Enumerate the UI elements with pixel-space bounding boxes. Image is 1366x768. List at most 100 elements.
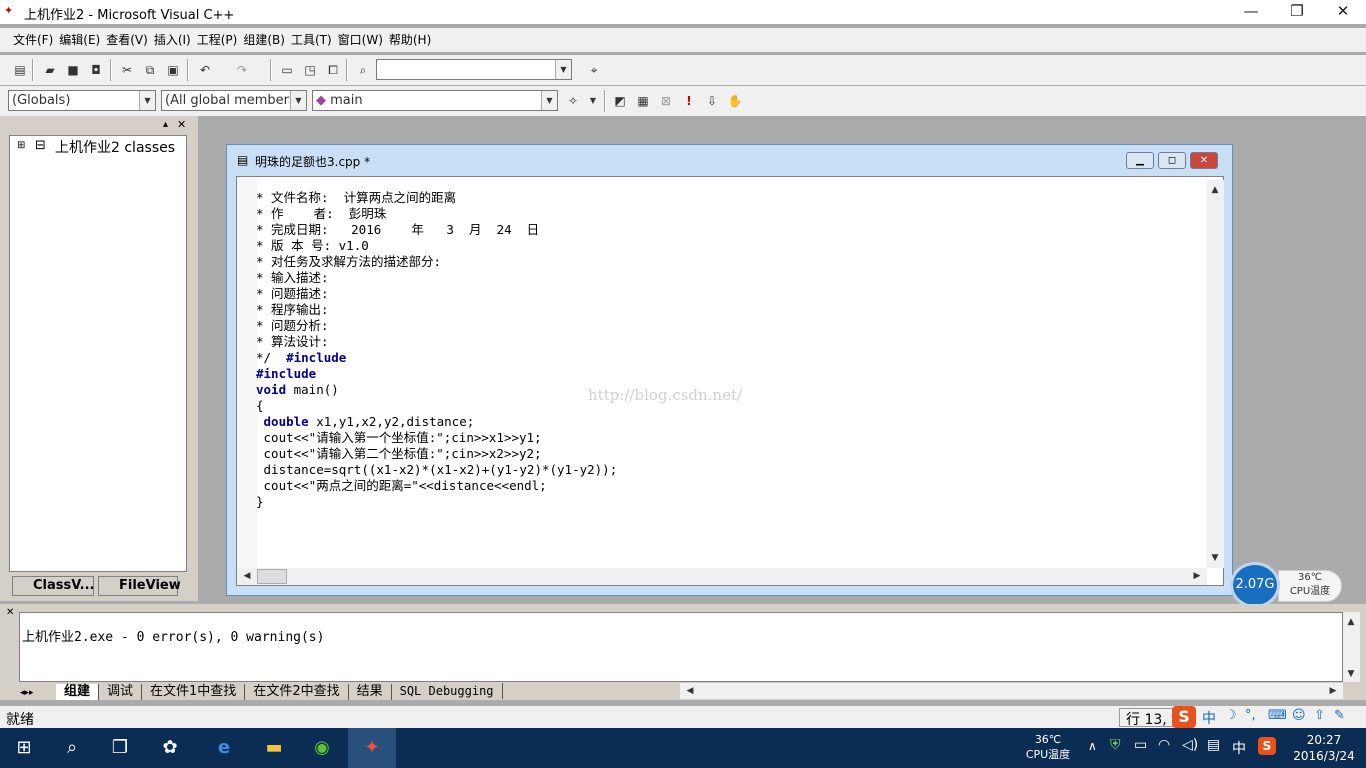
redo-icon[interactable]: ↷ xyxy=(232,60,252,80)
panel-dock-icon[interactable]: ▴ xyxy=(163,119,168,130)
stop-build-icon[interactable]: ⊠ xyxy=(656,91,676,111)
tab-debug[interactable]: 调试 xyxy=(99,684,143,700)
tab-fileview[interactable]: FileView xyxy=(98,576,181,596)
tab-nav-arrows-icon[interactable]: ◂▸▸ xyxy=(20,685,56,701)
output-window-icon[interactable]: ◳ xyxy=(300,60,320,80)
scroll-right-icon[interactable]: ▶ xyxy=(1189,568,1205,584)
scroll-thumb[interactable] xyxy=(257,569,287,584)
sogou-ime-icon[interactable]: S xyxy=(1172,706,1196,728)
restore-button[interactable]: ❐ xyxy=(1274,0,1320,24)
window-list-icon[interactable]: ⧠ xyxy=(323,60,343,80)
cut-icon[interactable]: ✂ xyxy=(117,60,137,80)
save-all-icon[interactable]: ◘ xyxy=(86,60,106,80)
tools-icon[interactable]: ✎ xyxy=(1334,708,1345,723)
undo-icon[interactable]: ↶ xyxy=(195,60,215,80)
skin-icon[interactable]: ⇧ xyxy=(1314,708,1325,723)
scroll-right-icon[interactable]: ▶ xyxy=(1325,683,1341,699)
new-file-icon[interactable]: ▤ xyxy=(10,60,30,80)
chevron-up-icon[interactable]: ∧ xyxy=(1088,739,1097,753)
editor-horizontal-scrollbar[interactable]: ◀ ▶ xyxy=(237,568,1207,585)
volume-icon[interactable]: ◁) xyxy=(1182,737,1198,753)
workspace-icon[interactable]: ▭ xyxy=(277,60,297,80)
ime-indicator[interactable]: 中 xyxy=(1232,738,1246,758)
clock[interactable]: 20:27 2016/3/24 xyxy=(1286,732,1362,764)
browser-360-icon[interactable]: ◉ xyxy=(298,728,346,768)
menu-view[interactable]: 查看(V) xyxy=(103,28,151,52)
editor-vertical-scrollbar[interactable]: ▲ ▼ xyxy=(1207,180,1224,568)
chevron-down-icon[interactable]: ▼ xyxy=(290,91,306,110)
menu-help[interactable]: 帮助(H) xyxy=(386,28,434,52)
battery-icon[interactable]: ▭ xyxy=(1134,737,1147,753)
member-combo[interactable]: ◆ main ▼ xyxy=(312,90,558,111)
notification-icon[interactable]: ▤ xyxy=(1207,737,1220,753)
tab-sql-debugging[interactable]: SQL Debugging xyxy=(392,683,503,699)
editor-restore-button[interactable]: ◻ xyxy=(1158,152,1186,169)
scroll-left-icon[interactable]: ◀ xyxy=(239,568,255,584)
chevron-down-icon[interactable]: ▼ xyxy=(139,91,155,110)
menu-edit[interactable]: 编辑(E) xyxy=(56,28,103,52)
tab-find-in-files-2[interactable]: 在文件2中查找 xyxy=(245,684,349,700)
class-combo[interactable]: (Globals) ▼ xyxy=(8,90,156,111)
keyboard-icon[interactable]: ⌨ xyxy=(1268,708,1287,723)
build-icon[interactable]: ▦ xyxy=(633,91,653,111)
find-in-files-icon[interactable]: ⌕ xyxy=(353,60,373,80)
code-text[interactable]: * 文件名称: 计算两点之间的距离 * 作 者: 彭明珠 * 完成日期: 2016 … xyxy=(256,190,617,510)
tab-build[interactable]: 组建 xyxy=(56,684,100,700)
tray-cpu-temp[interactable]: 36℃ CPU温度 xyxy=(1020,732,1076,762)
menu-window[interactable]: 窗口(W) xyxy=(335,28,386,52)
find-icon[interactable]: ⌖ xyxy=(584,60,604,80)
scroll-down-icon[interactable]: ▼ xyxy=(1343,666,1359,682)
copy-icon[interactable]: ⧉ xyxy=(140,60,160,80)
scroll-down-icon[interactable]: ▼ xyxy=(1207,550,1223,566)
editor-close-button[interactable]: ✕ xyxy=(1190,152,1218,169)
find-combo[interactable]: ▼ xyxy=(376,59,572,80)
execute-icon[interactable]: ! xyxy=(679,91,699,111)
menu-project[interactable]: 工程(P) xyxy=(194,28,241,52)
tab-find-in-files-1[interactable]: 在文件1中查找 xyxy=(142,684,246,700)
ime-mode-icon[interactable]: 中 xyxy=(1202,708,1216,728)
tab-results[interactable]: 结果 xyxy=(349,684,392,700)
shield-icon[interactable]: ⛨ xyxy=(1110,737,1121,753)
cpu-widget[interactable]: 36℃ CPU温度 2.07G xyxy=(1230,562,1342,608)
output-vertical-scrollbar[interactable]: ▲ ▼ xyxy=(1343,612,1360,682)
open-folder-icon[interactable]: ▰ xyxy=(40,60,60,80)
user-icon[interactable]: ☺ xyxy=(1292,708,1306,723)
editor-minimize-button[interactable]: ▁ xyxy=(1126,152,1154,169)
output-horizontal-scrollbar[interactable]: ◀ ▶ xyxy=(680,683,1343,699)
minimize-button[interactable]: — xyxy=(1228,0,1274,24)
wifi-icon[interactable]: ◠ xyxy=(1158,737,1170,753)
visual-cpp-taskbar-icon[interactable]: ✦ xyxy=(348,728,396,768)
scroll-up-icon[interactable]: ▲ xyxy=(1343,614,1359,630)
menu-tools[interactable]: 工具(T) xyxy=(288,28,335,52)
half-width-icon[interactable]: ☽ xyxy=(1225,708,1237,723)
edge-browser-icon[interactable]: e xyxy=(200,728,248,768)
tree-root-item[interactable]: 上机作业2 classes xyxy=(55,137,175,157)
task-view-icon[interactable]: ❐ xyxy=(96,728,144,768)
output-box[interactable] xyxy=(19,612,1343,682)
search-icon[interactable]: ⌕ xyxy=(48,728,96,768)
scroll-left-icon[interactable]: ◀ xyxy=(682,683,698,699)
chevron-down-icon[interactable]: ▼ xyxy=(541,91,557,110)
wizard-action-icon[interactable]: ✧ xyxy=(563,91,583,111)
chevron-down-icon[interactable]: ▼ xyxy=(555,60,571,79)
scroll-up-icon[interactable]: ▲ xyxy=(1207,182,1223,198)
go-icon[interactable]: ⇩ xyxy=(702,91,722,111)
chevron-down-icon[interactable]: ▼ xyxy=(583,91,603,111)
start-windows-icon[interactable]: ⊞ xyxy=(0,728,48,768)
menu-file[interactable]: 文件(F) xyxy=(10,28,56,52)
compile-icon[interactable]: ◩ xyxy=(610,91,630,111)
sogou-tray-icon[interactable]: S xyxy=(1258,737,1276,755)
menu-insert[interactable]: 插入(I) xyxy=(151,28,194,52)
menu-build[interactable]: 组建(B) xyxy=(240,28,288,52)
file-explorer-icon[interactable]: ▬ xyxy=(250,728,298,768)
close-icon[interactable]: ✕ xyxy=(177,118,186,131)
save-icon[interactable]: ■ xyxy=(63,60,83,80)
app-store-icon[interactable]: ✿ xyxy=(146,728,194,768)
close-button[interactable]: ✕ xyxy=(1320,0,1366,24)
tab-classview[interactable]: ClassV... xyxy=(12,576,94,596)
close-icon[interactable]: ✕ xyxy=(6,607,14,618)
expand-icon[interactable]: ⊞ xyxy=(17,140,25,151)
punctuation-icon[interactable]: °, xyxy=(1245,708,1256,723)
filter-combo[interactable]: (All global members ▼ xyxy=(161,90,307,111)
paste-icon[interactable]: ▣ xyxy=(163,60,183,80)
